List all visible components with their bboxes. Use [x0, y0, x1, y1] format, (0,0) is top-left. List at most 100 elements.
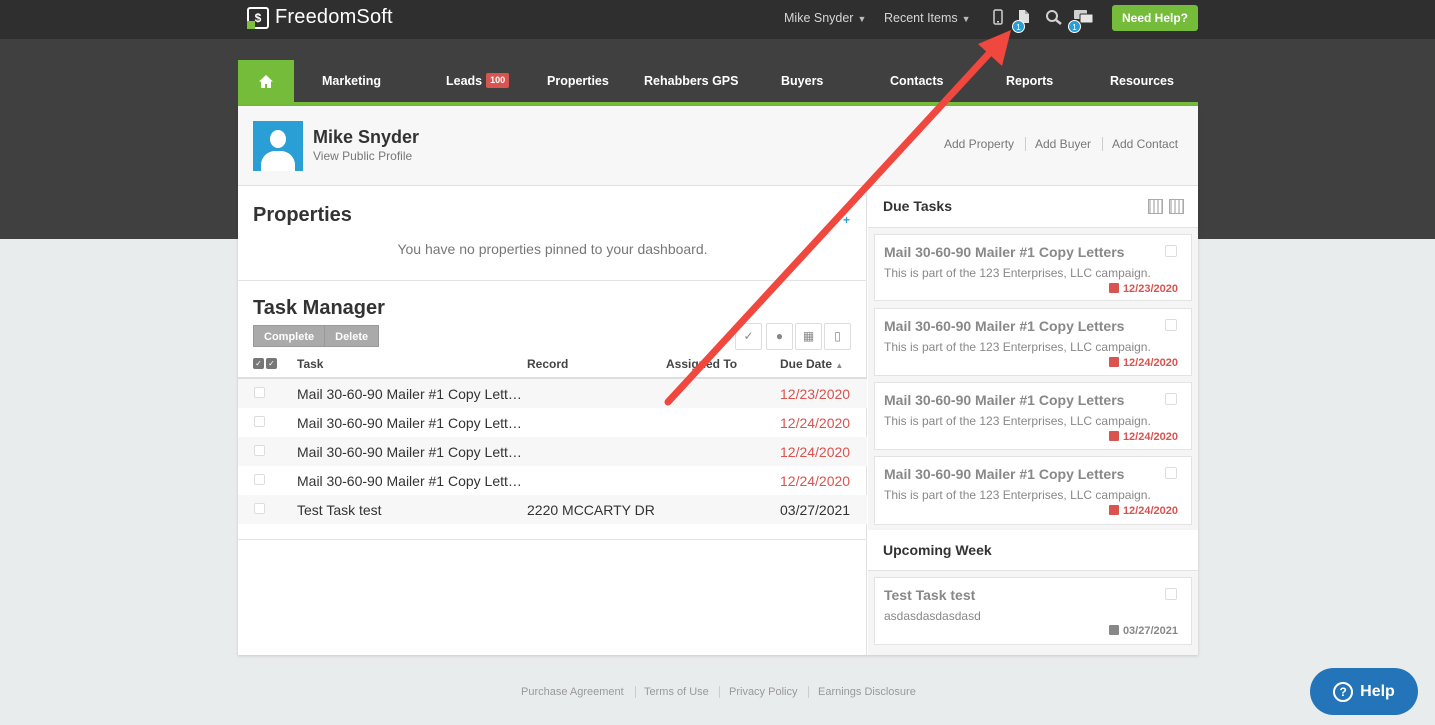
- calendar-icon: [1108, 625, 1119, 635]
- column-assigned-to[interactable]: Assigned To: [666, 357, 737, 371]
- upcoming-task-card[interactable]: Test Task test asdasdasdasdasd 03/27/202…: [874, 577, 1192, 645]
- due-date-cell: 03/27/2021: [780, 502, 851, 518]
- card-subtitle: This is part of the 123 Enterprises, LLC…: [884, 414, 1151, 428]
- table-row[interactable]: Mail 30-60-90 Mailer #1 Copy Lett… 12/23…: [238, 379, 867, 408]
- row-checkbox[interactable]: [254, 445, 265, 456]
- add-contact-link[interactable]: Add Contact: [1112, 137, 1178, 151]
- nav-reports[interactable]: Reports: [1006, 60, 1053, 102]
- card-subtitle: This is part of the 123 Enterprises, LLC…: [884, 266, 1151, 280]
- row-checkbox[interactable]: [254, 474, 265, 485]
- footer-link-purchase-agreement[interactable]: Purchase Agreement: [521, 686, 624, 698]
- divider: [635, 686, 636, 698]
- calendar-icon: [1108, 431, 1119, 441]
- card-checkbox[interactable]: [1165, 588, 1177, 600]
- calendar-icon[interactable]: ▦: [795, 323, 822, 350]
- nav-contacts[interactable]: Contacts: [890, 60, 943, 102]
- profile-header: Mike Snyder View Public Profile Add Prop…: [238, 106, 1198, 186]
- help-widget-button[interactable]: ? Help: [1310, 668, 1418, 715]
- divider: [719, 686, 720, 698]
- chat-badge: 1: [1068, 20, 1081, 33]
- left-column: Properties + You have no properties pinn…: [238, 187, 867, 655]
- nav-rehabbers-gps[interactable]: Rehabbers GPS: [644, 60, 738, 102]
- user-icon[interactable]: ●: [766, 323, 793, 350]
- card-title: Mail 30-60-90 Mailer #1 Copy Letters: [884, 466, 1125, 482]
- task-cell: Mail 30-60-90 Mailer #1 Copy Lett…: [297, 473, 522, 489]
- select-all-checkbox[interactable]: ✓: [253, 358, 264, 369]
- recent-items-menu[interactable]: Recent Items ▼: [884, 11, 971, 25]
- table-row[interactable]: Mail 30-60-90 Mailer #1 Copy Lett… 12/24…: [238, 408, 867, 437]
- chevron-down-icon: ▼: [961, 14, 971, 24]
- footer-link-terms[interactable]: Terms of Use: [644, 686, 709, 698]
- upcoming-week-title: Upcoming Week: [883, 542, 992, 558]
- nav-label: Leads: [446, 74, 483, 88]
- add-pin-icon[interactable]: +: [843, 213, 850, 227]
- phone-icon[interactable]: [993, 9, 1003, 29]
- card-checkbox[interactable]: [1165, 245, 1177, 257]
- properties-title: Properties: [253, 204, 352, 226]
- due-task-card[interactable]: Mail 30-60-90 Mailer #1 Copy Letters Thi…: [874, 308, 1192, 376]
- need-help-button[interactable]: Need Help?: [1112, 5, 1198, 31]
- nav-label: Marketing: [322, 74, 382, 88]
- footer-link-privacy[interactable]: Privacy Policy: [729, 686, 797, 698]
- nav-buyers[interactable]: Buyers: [781, 60, 823, 102]
- card-subtitle: This is part of the 123 Enterprises, LLC…: [884, 340, 1151, 354]
- task-cell: Test Task test: [297, 502, 382, 518]
- view-public-profile-link[interactable]: View Public Profile: [313, 149, 412, 163]
- logo[interactable]: $ FreedomSoft: [247, 6, 393, 29]
- column-record[interactable]: Record: [527, 357, 568, 371]
- column-due-date[interactable]: Due Date ▲: [780, 357, 843, 371]
- due-task-card[interactable]: Mail 30-60-90 Mailer #1 Copy Letters Thi…: [874, 234, 1192, 301]
- divider: [238, 539, 867, 540]
- card-subtitle: This is part of the 123 Enterprises, LLC…: [884, 488, 1151, 502]
- divider: [1025, 137, 1026, 151]
- card-checkbox[interactable]: [1165, 393, 1177, 405]
- footer-link-earnings[interactable]: Earnings Disclosure: [818, 686, 916, 698]
- card-checkbox[interactable]: [1165, 319, 1177, 331]
- nav-label: Rehabbers GPS: [644, 74, 739, 88]
- nav-home[interactable]: [238, 60, 294, 102]
- calendar-icon: [1108, 283, 1119, 293]
- task-cell: Mail 30-60-90 Mailer #1 Copy Lett…: [297, 386, 522, 402]
- search-icon[interactable]: [1045, 9, 1062, 29]
- column-task[interactable]: Task: [297, 357, 323, 371]
- due-task-card[interactable]: Mail 30-60-90 Mailer #1 Copy Letters Thi…: [874, 456, 1192, 525]
- calendar-icon: [1108, 357, 1119, 367]
- dashboard-panel: Mike Snyder View Public Profile Add Prop…: [238, 106, 1198, 655]
- right-column: Due Tasks Mail 30-60-90 Mailer #1 Copy L…: [868, 187, 1198, 655]
- chevron-down-icon: ▼: [857, 14, 867, 24]
- table-row[interactable]: Test Task test 2220 MCCARTY DR 03/27/202…: [238, 495, 867, 524]
- check-icon[interactable]: ✓: [735, 323, 762, 350]
- question-icon: ?: [1333, 681, 1354, 702]
- nav-resources[interactable]: Resources: [1110, 60, 1174, 102]
- due-date-cell: 12/23/2020: [780, 386, 851, 402]
- nav-leads[interactable]: Leads 100: [446, 60, 510, 102]
- complete-button[interactable]: Complete: [253, 325, 326, 347]
- nav-label: Reports: [1006, 74, 1054, 88]
- table-row[interactable]: Mail 30-60-90 Mailer #1 Copy Lett… 12/24…: [238, 466, 867, 495]
- add-buyer-link[interactable]: Add Buyer: [1035, 137, 1091, 151]
- avatar[interactable]: [253, 121, 303, 171]
- select-all-checkbox[interactable]: ✓: [266, 358, 277, 369]
- delete-button[interactable]: Delete: [325, 325, 380, 347]
- card-due-date: 12/24/2020: [1108, 431, 1178, 443]
- table-row[interactable]: Mail 30-60-90 Mailer #1 Copy Lett… 12/24…: [238, 437, 867, 466]
- column-due-date-label: Due Date: [780, 357, 833, 371]
- user-menu[interactable]: Mike Snyder ▼: [784, 11, 866, 25]
- divider: [1102, 137, 1103, 151]
- task-cell: Mail 30-60-90 Mailer #1 Copy Lett…: [297, 444, 522, 460]
- row-checkbox[interactable]: [254, 416, 265, 427]
- add-property-link[interactable]: Add Property: [944, 137, 1014, 151]
- card-checkbox[interactable]: [1165, 467, 1177, 479]
- row-checkbox[interactable]: [254, 503, 265, 514]
- row-checkbox[interactable]: [254, 387, 265, 398]
- record-cell: 2220 MCCARTY DR: [527, 502, 655, 518]
- card-due-date: 12/23/2020: [1108, 283, 1178, 295]
- due-task-card[interactable]: Mail 30-60-90 Mailer #1 Copy Letters Thi…: [874, 382, 1192, 450]
- nav-marketing[interactable]: Marketing: [322, 60, 381, 102]
- nav-label: Properties: [547, 74, 609, 88]
- document-icon[interactable]: ▯: [824, 323, 851, 350]
- document-badge: 1: [1012, 20, 1025, 33]
- add-task-icon[interactable]: [1148, 199, 1163, 214]
- calendar-icon[interactable]: [1169, 199, 1184, 214]
- nav-properties[interactable]: Properties: [547, 60, 609, 102]
